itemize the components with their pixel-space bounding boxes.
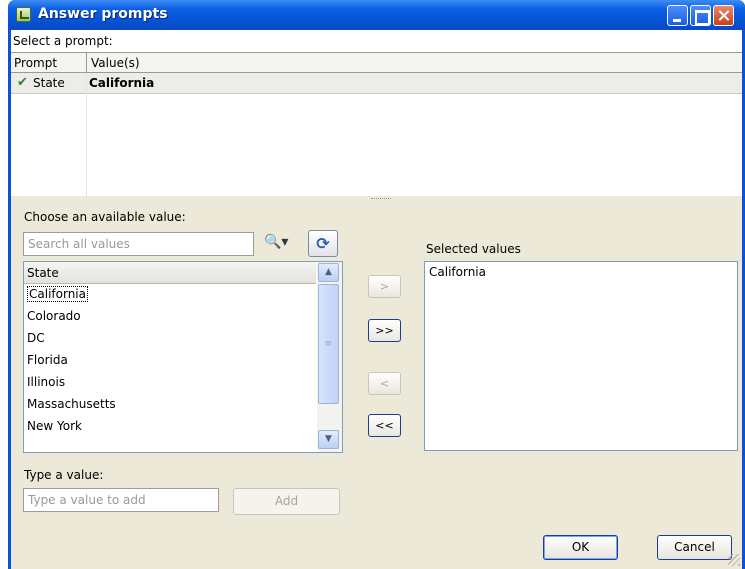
- list-item[interactable]: Florida: [27, 353, 68, 373]
- selected-values-label: Selected values: [426, 242, 521, 256]
- list-item[interactable]: Illinois: [27, 375, 65, 395]
- selected-values-list[interactable]: California: [424, 261, 738, 451]
- selected-item[interactable]: California: [429, 265, 733, 279]
- vertical-scrollbar[interactable]: ▲ ≡ ▼: [317, 262, 342, 452]
- choose-value-label: Choose an available value:: [24, 210, 186, 224]
- add-selected-button[interactable]: >: [368, 275, 401, 298]
- refresh-button[interactable]: ⟳: [308, 230, 338, 257]
- select-prompt-label: Select a prompt:: [13, 34, 113, 48]
- scroll-thumb[interactable]: ≡: [318, 284, 339, 404]
- list-item[interactable]: DC: [27, 331, 45, 351]
- dialog-body: Select a prompt: Prompt Value(s) ✔ State…: [11, 30, 742, 569]
- window-title: Answer prompts: [38, 6, 168, 22]
- prompt-grid-header: Prompt Value(s): [11, 53, 742, 73]
- remove-all-button[interactable]: <<: [368, 414, 401, 437]
- list-item[interactable]: California: [27, 286, 88, 307]
- minimize-button[interactable]: [667, 5, 688, 26]
- column-divider: [86, 73, 87, 197]
- scroll-down-icon[interactable]: ▼: [318, 430, 339, 449]
- add-all-button[interactable]: >>: [368, 319, 401, 342]
- list-item[interactable]: New York: [27, 419, 82, 439]
- row-prompt-name: State: [33, 76, 65, 90]
- panel-splitter[interactable]: [371, 198, 391, 202]
- column-header-prompt[interactable]: Prompt: [14, 56, 57, 70]
- prompt-row-state[interactable]: ✔ State California: [11, 73, 742, 94]
- list-item[interactable]: Massachusetts: [27, 397, 116, 417]
- list-item[interactable]: Colorado: [27, 309, 81, 329]
- title-bar[interactable]: Answer prompts: [8, 0, 745, 30]
- resize-grip-icon[interactable]: [728, 554, 740, 566]
- answer-prompts-window: Answer prompts Select a prompt: Prompt V…: [8, 0, 745, 569]
- available-values-list[interactable]: State California Colorado DC Florida Ill…: [23, 261, 343, 453]
- list-column-header[interactable]: State: [24, 262, 316, 284]
- row-prompt-value: California: [89, 76, 155, 90]
- check-icon: ✔: [17, 75, 28, 90]
- maximize-button[interactable]: [690, 5, 711, 26]
- scroll-up-icon[interactable]: ▲: [318, 263, 339, 282]
- remove-selected-button[interactable]: <: [368, 372, 401, 395]
- add-button[interactable]: Add: [233, 488, 340, 515]
- find-icon[interactable]: 🔍▾: [264, 234, 292, 254]
- type-value-input[interactable]: [23, 488, 219, 512]
- close-button[interactable]: [713, 5, 734, 26]
- refresh-icon: ⟳: [316, 234, 330, 253]
- ok-button[interactable]: OK: [543, 535, 618, 560]
- type-value-label: Type a value:: [24, 468, 104, 482]
- prompt-grid: Prompt Value(s) ✔ State California: [11, 52, 742, 197]
- app-icon: [16, 7, 31, 22]
- cancel-button[interactable]: Cancel: [657, 535, 732, 560]
- column-header-values[interactable]: Value(s): [86, 53, 140, 72]
- search-input[interactable]: [23, 232, 254, 256]
- prompt-panel: Select a prompt: Prompt Value(s) ✔ State…: [11, 30, 742, 197]
